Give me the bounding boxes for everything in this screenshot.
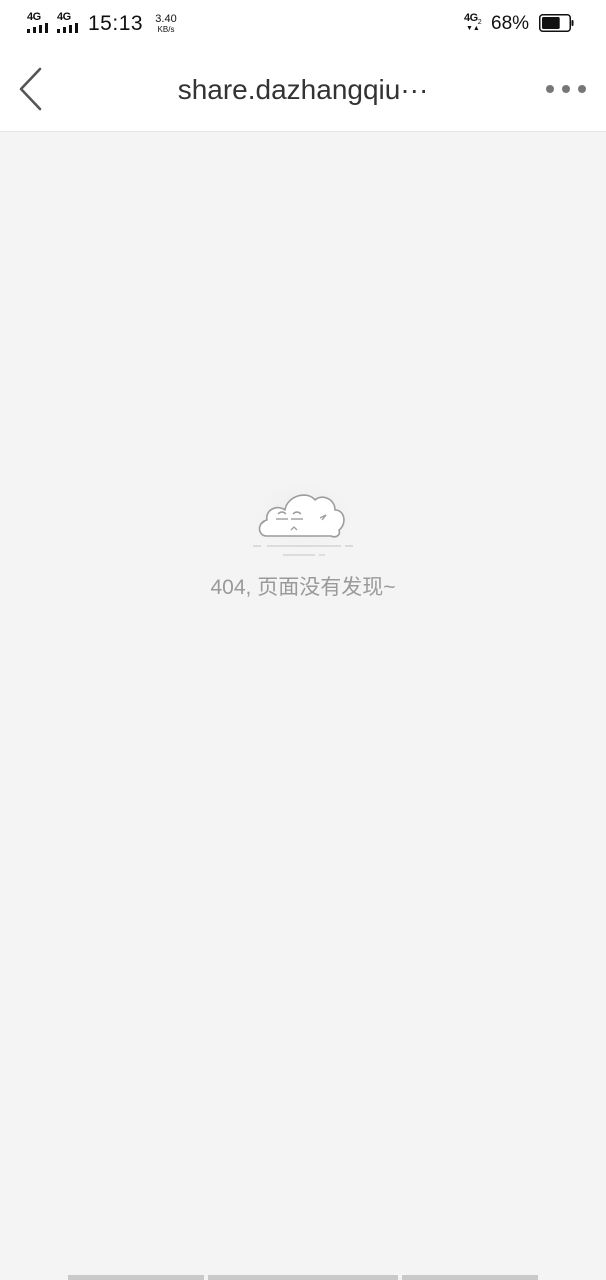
cellular-signal-2: 4G xyxy=(56,12,82,34)
cellular-signal-1: 4G xyxy=(26,12,52,34)
more-dots-icon xyxy=(546,85,586,93)
bottom-tab-indicator-1[interactable] xyxy=(68,1275,204,1280)
error-message: 404, 页面没有发现~ xyxy=(210,576,396,599)
battery-icon xyxy=(539,14,574,32)
signal-label-1: 4G xyxy=(27,11,41,23)
signal-bars-icon xyxy=(27,23,48,33)
cloud-face-icon xyxy=(247,484,359,558)
more-options-button[interactable] xyxy=(540,74,592,104)
page-title: share.dazhangqiu··· xyxy=(177,74,429,105)
signal-bars-icon xyxy=(57,23,78,33)
chevron-left-icon xyxy=(19,67,42,111)
status-bar: 4G 4G 15:13 3.40 KB/s 4G2 ▼▲ 68% xyxy=(0,0,606,48)
network-speed-value: 3.40 xyxy=(155,13,177,25)
back-button[interactable] xyxy=(14,66,50,112)
network-speed-unit: KB/s xyxy=(157,25,175,34)
bottom-tab-indicator-2[interactable] xyxy=(208,1275,398,1280)
battery-percent: 68% xyxy=(491,13,530,34)
signal-label-2: 4G xyxy=(57,11,71,23)
data-arrows-icon: ▼▲ xyxy=(466,25,480,32)
bottom-tab-indicator-3[interactable] xyxy=(402,1275,538,1280)
network-speed: 3.40 KB/s xyxy=(150,13,182,34)
clock: 15:13 xyxy=(88,12,144,35)
navigation-bar: share.dazhangqiu··· xyxy=(0,48,606,132)
network-type: 4G2 ▼▲ xyxy=(463,11,489,37)
